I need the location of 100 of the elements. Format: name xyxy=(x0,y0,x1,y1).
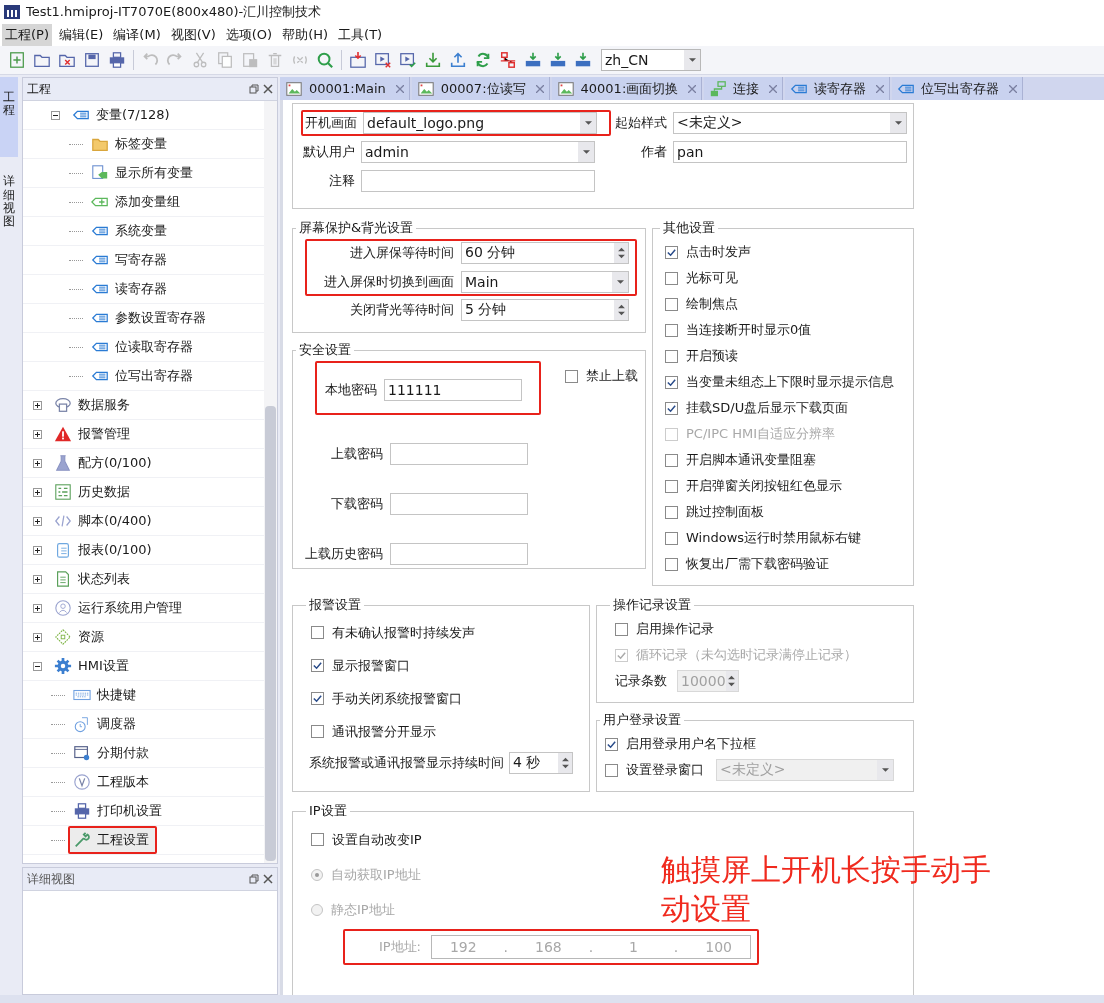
checkbox[interactable] xyxy=(665,479,678,493)
tree-item[interactable]: 读寄存器 xyxy=(86,275,175,303)
expand-toggle[interactable] xyxy=(33,400,42,410)
checkbox[interactable] xyxy=(665,453,678,467)
tree-item[interactable]: 位写出寄存器 xyxy=(86,362,201,390)
tree-item[interactable]: 数据服务 xyxy=(49,391,138,419)
dropdown[interactable]: <未定义> xyxy=(673,112,907,134)
document-tab[interactable]: 位写出寄存器 xyxy=(892,77,1024,100)
tree-item[interactable]: HMI设置 xyxy=(49,652,137,680)
tree-item[interactable]: 打印机设置 xyxy=(68,797,170,825)
close-icon[interactable] xyxy=(1009,84,1018,93)
checkbox[interactable] xyxy=(665,557,678,571)
spin-box[interactable]: 5 分钟 xyxy=(461,299,629,321)
tree-item[interactable]: 参数设置寄存器 xyxy=(86,304,214,332)
checkbox[interactable] xyxy=(311,725,324,738)
collapse-toggle[interactable] xyxy=(33,661,42,671)
tree-item[interactable]: 工程版本 xyxy=(68,768,157,796)
side-tab[interactable]: 工程 xyxy=(0,77,18,158)
side-tab[interactable]: 详细视图 xyxy=(0,165,18,239)
menu-item[interactable]: 帮助(H) xyxy=(279,24,332,46)
tree-item[interactable]: 显示所有变量 xyxy=(86,159,201,187)
document-tab[interactable]: 连接 xyxy=(704,77,784,100)
checkbox[interactable] xyxy=(665,297,678,311)
text-field[interactable]: pan xyxy=(673,141,907,163)
checkbox[interactable] xyxy=(665,531,678,545)
tree-item[interactable]: 变量(7/128) xyxy=(67,101,178,129)
text-field[interactable] xyxy=(390,493,528,515)
checkbox[interactable] xyxy=(311,626,324,639)
checkbox[interactable] xyxy=(665,375,678,389)
menu-item[interactable]: 视图(V) xyxy=(167,24,219,46)
scrollbar-thumb[interactable] xyxy=(265,406,276,861)
text-field[interactable] xyxy=(390,543,528,565)
checkbox[interactable] xyxy=(665,271,678,285)
expand-toggle[interactable] xyxy=(33,516,42,526)
tree-item[interactable]: 写寄存器 xyxy=(86,246,175,274)
close-icon[interactable] xyxy=(263,84,273,94)
spin-box[interactable]: 4 秒 xyxy=(509,752,573,774)
tree-item[interactable]: 脚本(0/400) xyxy=(49,507,160,535)
menu-item[interactable]: 工具(T) xyxy=(335,24,386,46)
tree-item[interactable]: 历史数据 xyxy=(49,478,138,506)
checkbox[interactable] xyxy=(605,763,618,777)
language-dropdown[interactable]: zh_CN xyxy=(601,49,701,71)
close-icon[interactable] xyxy=(769,84,778,93)
text-field[interactable] xyxy=(361,170,595,192)
dropdown[interactable]: Main xyxy=(461,271,629,293)
text-field[interactable] xyxy=(390,443,528,465)
checkbox[interactable] xyxy=(311,659,324,672)
expand-toggle[interactable] xyxy=(33,429,42,439)
tree-item[interactable]: 调度器 xyxy=(68,710,144,738)
collapse-toggle[interactable] xyxy=(51,110,60,120)
tree-item[interactable]: 分期付款 xyxy=(68,739,157,767)
expand-toggle[interactable] xyxy=(33,458,42,468)
menu-item[interactable]: 编译(M) xyxy=(110,24,164,46)
restore-icon[interactable] xyxy=(249,874,259,884)
checkbox[interactable] xyxy=(605,737,618,751)
tree-item[interactable]: 配方(0/100) xyxy=(49,449,160,477)
tree-item[interactable]: 位读取寄存器 xyxy=(86,333,201,361)
toolbar-button[interactable] xyxy=(347,49,369,71)
menu-item[interactable]: 工程(P) xyxy=(2,24,52,46)
tree-item[interactable]: 工程设置 xyxy=(68,826,157,854)
close-icon[interactable] xyxy=(688,84,697,93)
close-icon[interactable] xyxy=(876,84,885,93)
tree-item[interactable]: 系统变量 xyxy=(86,217,175,245)
menu-item[interactable]: 选项(O) xyxy=(222,24,276,46)
expand-toggle[interactable] xyxy=(33,574,42,584)
tree-item[interactable]: 报表(0/100) xyxy=(49,536,160,564)
tree-item[interactable]: 添加变量组 xyxy=(86,188,188,216)
expand-toggle[interactable] xyxy=(33,603,42,613)
expand-toggle[interactable] xyxy=(33,487,42,497)
tree-item[interactable]: 运行系统用户管理 xyxy=(49,594,190,622)
dropdown[interactable]: admin xyxy=(361,141,595,163)
expand-toggle[interactable] xyxy=(33,632,42,642)
tree-item[interactable]: 报警管理 xyxy=(49,420,138,448)
checkbox[interactable] xyxy=(311,833,324,846)
checkbox[interactable] xyxy=(665,323,678,337)
document-tab[interactable]: 40001:画面切换 xyxy=(551,77,703,100)
menu-item[interactable]: 编辑(E) xyxy=(56,24,107,46)
checkbox[interactable] xyxy=(565,369,578,383)
checkbox[interactable] xyxy=(665,505,678,519)
tree-item[interactable]: 标签变量 xyxy=(86,130,175,158)
checkbox[interactable] xyxy=(665,349,678,363)
document-tab[interactable]: 读寄存器 xyxy=(785,77,891,100)
checkbox[interactable] xyxy=(665,245,678,259)
close-icon[interactable] xyxy=(263,874,273,884)
spin-box[interactable]: 60 分钟 xyxy=(461,242,629,264)
checkbox[interactable] xyxy=(311,692,324,705)
close-icon[interactable] xyxy=(535,84,544,93)
restore-icon[interactable] xyxy=(249,84,259,94)
expand-toggle[interactable] xyxy=(33,545,42,555)
tree-item[interactable]: 快捷键 xyxy=(68,681,144,709)
dropdown[interactable]: default_logo.png xyxy=(363,112,597,134)
tree-item[interactable]: 状态列表 xyxy=(49,565,138,593)
checkbox[interactable] xyxy=(665,401,678,415)
tree-item[interactable]: 资源 xyxy=(49,623,112,651)
text-field[interactable]: 111111 xyxy=(384,379,522,401)
document-tab[interactable]: 00007:位读写 xyxy=(411,77,550,100)
checkbox[interactable] xyxy=(615,622,628,636)
document-tab[interactable]: 00001:Main xyxy=(280,77,410,100)
checkbox-label: 设置登录窗口 xyxy=(626,761,704,779)
close-icon[interactable] xyxy=(395,84,404,93)
